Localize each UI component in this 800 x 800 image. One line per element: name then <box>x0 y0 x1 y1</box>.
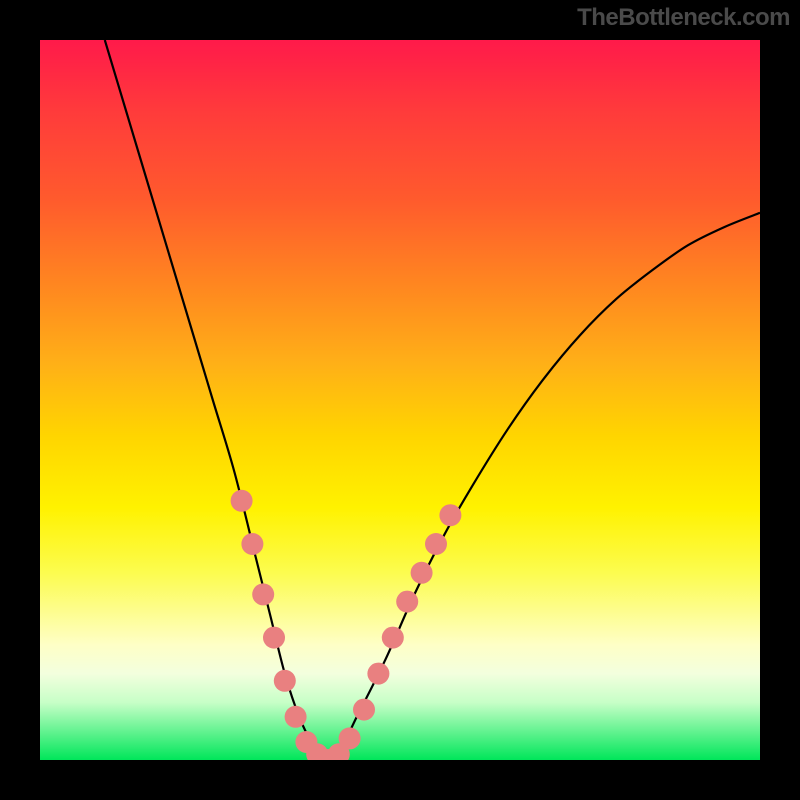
watermark-text: TheBottleneck.com <box>577 4 790 32</box>
curve-marker <box>231 490 253 512</box>
curve-marker <box>263 627 285 649</box>
curve-marker <box>285 706 307 728</box>
chart-svg <box>40 40 760 760</box>
curve-marker <box>425 533 447 555</box>
curve-marker <box>353 699 375 721</box>
curve-marker <box>367 663 389 685</box>
curve-marker <box>382 627 404 649</box>
curve-marker <box>252 583 274 605</box>
curve-marker <box>411 562 433 584</box>
curve-marker <box>241 533 263 555</box>
curve-marker <box>339 727 361 749</box>
curve-markers <box>231 490 462 760</box>
curve-marker <box>274 670 296 692</box>
curve-marker <box>396 591 418 613</box>
bottleneck-curve <box>105 40 760 760</box>
curve-marker <box>439 504 461 526</box>
